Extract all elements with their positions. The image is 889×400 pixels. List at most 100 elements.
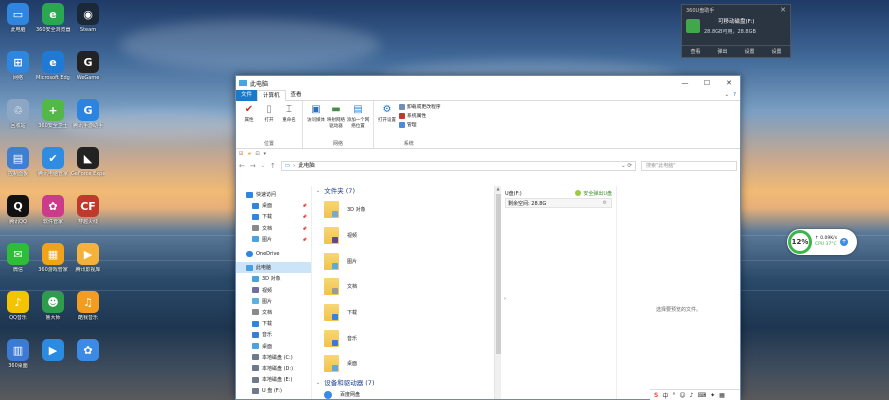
desktop-icon[interactable]: ✉ 微信 (1, 243, 35, 273)
folder-item[interactable]: 视频 (316, 223, 494, 249)
desktop-icon[interactable]: ▤ 控制面板 (1, 147, 35, 177)
nav-pc-item[interactable]: 桌面 (236, 340, 311, 351)
grid-icon[interactable]: ▦ (719, 392, 725, 399)
nav-pc-item[interactable]: 图片 (236, 296, 311, 307)
search-input[interactable]: 搜索"此电脑" (641, 161, 737, 171)
folders-section-header[interactable]: ⌄ 文件夹 (7) (316, 186, 494, 197)
system-properties-button[interactable]: 系统属性 (399, 112, 441, 119)
expand-arrow-icon[interactable]: › (504, 296, 506, 302)
desktop-icon[interactable]: +360安全卫士 (36, 99, 70, 129)
close-button[interactable]: ✕ (718, 79, 740, 87)
folder-item[interactable]: 图片 (316, 248, 494, 274)
desktop-icon[interactable]: G 腾讯手游助手 (71, 99, 105, 129)
folder-item[interactable]: 3D 对象 (316, 197, 494, 223)
safe-eject-button[interactable]: 安全弹出U盘 (575, 190, 612, 197)
nav-pc-item[interactable]: 视频 (236, 285, 311, 296)
address-field[interactable]: ▭ › 此电脑 ⌄ ⟳ (280, 161, 636, 171)
desktop-icon[interactable]: e 360安全浏览器 (36, 3, 70, 33)
nav-pc-item[interactable]: U 盘 (F:) (236, 385, 311, 396)
scroll-up-icon[interactable]: ▲ (495, 186, 501, 191)
help-icon[interactable]: ? (733, 92, 736, 98)
folder-item[interactable]: 桌面 (316, 351, 494, 377)
settings-action[interactable]: 设置 (744, 48, 754, 55)
check-icon[interactable]: ☑ (239, 151, 243, 157)
nav-quick-item[interactable]: 文档 📌 (236, 223, 311, 234)
close-icon[interactable]: ✕ (780, 6, 786, 14)
tab-view[interactable]: 查看 (286, 90, 307, 101)
vertical-scrollbar[interactable]: ▲ (494, 186, 501, 399)
desktop-icon[interactable]: ☻ 鲁大师 (36, 291, 70, 321)
punctuation-icon[interactable]: ° (672, 392, 675, 399)
nav-pc-item[interactable]: 本地磁盘 (C:) (236, 352, 311, 363)
nav-quick-access[interactable]: 快速访问 (236, 189, 311, 200)
uninstall-program-button[interactable]: 卸载或更改程序 (399, 103, 441, 110)
open-button[interactable]: ▯ 打开 (259, 103, 279, 139)
devices-section-header[interactable]: ⌄ 设备和驱动器 (7) (316, 378, 494, 389)
device-item[interactable]: 百度网盘 (316, 389, 494, 400)
settings-action-2[interactable]: 设置 (771, 48, 781, 55)
nav-pc-item[interactable]: 文档 (236, 307, 311, 318)
desktop-icon[interactable]: ♪ QQ音乐 (1, 291, 35, 321)
scroll-thumb[interactable] (496, 194, 501, 354)
desktop-icon[interactable]: ▭ 此电脑 (1, 3, 35, 33)
folder-item[interactable]: 音乐 (316, 325, 494, 351)
plus-icon[interactable]: + (840, 238, 849, 246)
nav-pc-item[interactable]: 下载 (236, 318, 311, 329)
skin-icon[interactable]: ✦ (710, 392, 715, 399)
nav-quick-item[interactable]: 桌面 📌 (236, 200, 311, 211)
eject-action[interactable]: 弹出 (717, 48, 727, 55)
desktop-icon[interactable]: e Microsoft Edge (36, 51, 70, 81)
manage-button[interactable]: 管理 (399, 121, 441, 128)
nav-pc-item[interactable]: 音乐 (236, 329, 311, 340)
chinese-mode-icon[interactable]: 中 (662, 391, 668, 400)
tab-file[interactable]: 文件 (236, 89, 258, 101)
pin-icon[interactable]: ⊡ (255, 151, 259, 157)
desktop-icon[interactable]: ♫ 酷我音乐 (71, 291, 105, 321)
recent-icon[interactable]: ⌄ (261, 163, 265, 169)
desktop-icon[interactable]: CF 穿越火线 (71, 195, 105, 225)
nav-this-pc[interactable]: 此电脑 (236, 262, 311, 274)
keyboard-icon[interactable]: ⌨ (697, 392, 706, 399)
desktop-icon[interactable]: G WeGame (71, 51, 105, 81)
rename-button[interactable]: ⌶ 重命名 (279, 103, 299, 139)
desktop-icon[interactable]: ▶ 腾讯影视库 (71, 243, 105, 273)
up-icon[interactable]: ↑ (270, 162, 276, 170)
back-icon[interactable]: ← (239, 162, 245, 170)
folder-icon[interactable]: ▰ (247, 151, 251, 157)
nav-onedrive[interactable]: OneDrive (236, 248, 311, 259)
properties-button[interactable]: ✔ 属性 (239, 103, 259, 139)
open-settings-button[interactable]: ⚙ 打开设置 (377, 103, 397, 139)
nav-quick-item[interactable]: 下载 📌 (236, 211, 311, 222)
minimize-button[interactable]: — (674, 79, 696, 87)
desktop-icon[interactable]: ⊞ 网络 (1, 51, 35, 81)
maximize-button[interactable]: ☐ (696, 79, 718, 87)
nav-pc-item[interactable]: 本地磁盘 (E:) (236, 374, 311, 385)
tab-computer[interactable]: 计算机 (257, 89, 286, 101)
nav-quick-item[interactable]: 图片 📌 (236, 234, 311, 245)
map-drive-button[interactable]: ▬ 映射网络驱动器 (326, 103, 346, 139)
folder-item[interactable]: 下载 (316, 300, 494, 326)
desktop-icon[interactable]: Q 腾讯QQ (1, 195, 35, 225)
collapse-ribbon-icon[interactable]: ⌄ (724, 92, 729, 98)
microphone-icon[interactable]: ♪ (690, 392, 694, 399)
desktop-icon[interactable]: ◉ Steam (71, 3, 105, 33)
emoji-icon[interactable]: ☺ (679, 392, 685, 399)
settings-icon[interactable]: ⚙ (603, 200, 607, 206)
desktop-icon[interactable]: ✿ (71, 339, 105, 363)
desktop-icon[interactable]: ▶ (36, 339, 70, 363)
nav-pc-item[interactable]: 3D 对象 (236, 273, 311, 284)
desktop-icon[interactable]: ◣ GeForce Experience (71, 147, 105, 177)
refresh-icon[interactable]: ⌄ ⟳ (621, 162, 632, 171)
desktop-icon[interactable]: ▥ 360桌面 (1, 339, 35, 369)
nav-pc-item[interactable]: 本地磁盘 (D:) (236, 363, 311, 374)
sogou-icon[interactable]: S (654, 392, 658, 399)
access-media-button[interactable]: ▣ 访问媒体 (306, 103, 326, 139)
desktop-icon[interactable]: ✿ 软件管家 (36, 195, 70, 225)
desktop-icon[interactable]: ✔ 腾讯电脑管家 (36, 147, 70, 177)
chevron-down-icon[interactable]: ▾ (264, 151, 267, 157)
desktop-icon[interactable]: ▦ 360游戏管家 (36, 243, 70, 273)
view-action[interactable]: 查看 (690, 48, 700, 55)
forward-icon[interactable]: → (250, 162, 256, 170)
folder-item[interactable]: 文档 (316, 274, 494, 300)
speed-widget[interactable]: 12% ↑ 0.09K/s CPU 37°C + (787, 229, 857, 255)
